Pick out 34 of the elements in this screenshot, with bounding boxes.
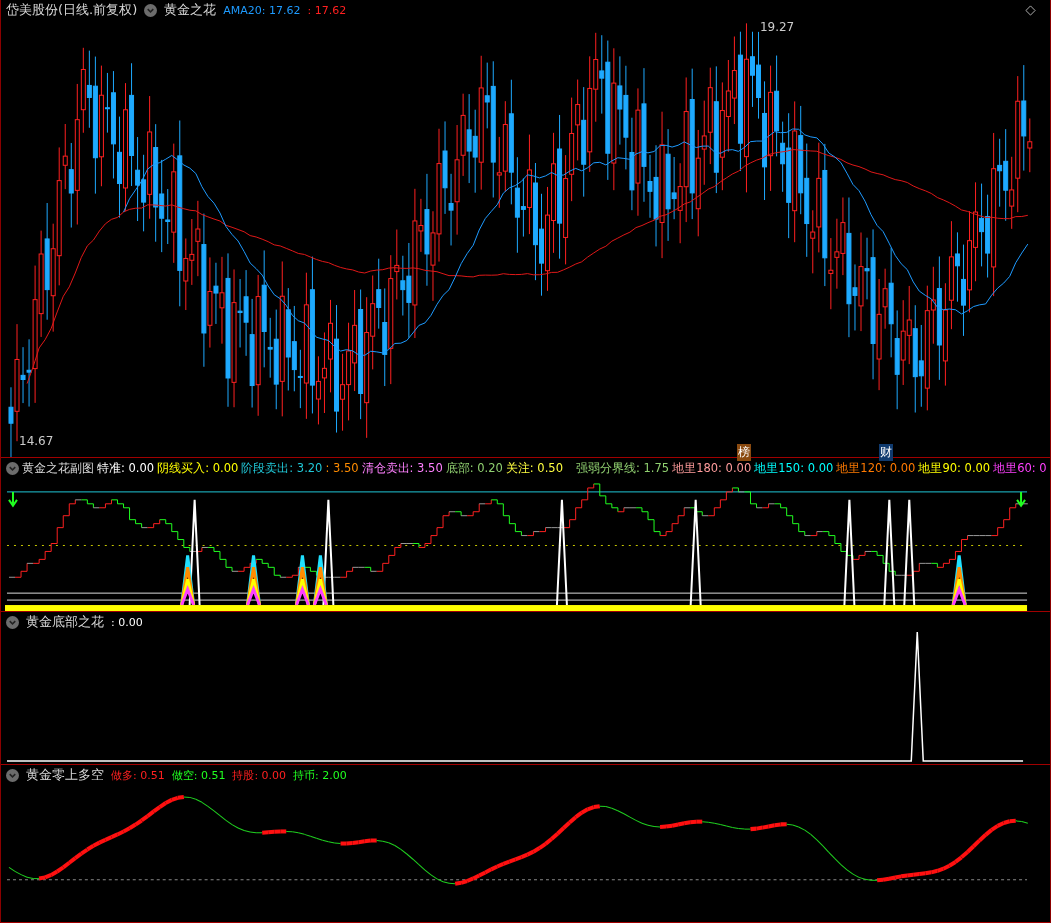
- collapse-icon[interactable]: [144, 3, 158, 17]
- indicator-value: 关注: 0.50: [505, 460, 563, 476]
- indicator-value: 阶段卖出: 3.20: [241, 460, 323, 476]
- indicator-value: 阴线买入: 0.00: [157, 460, 239, 476]
- indicator-value: 底部: 0.20: [445, 460, 503, 476]
- indicator-name: 黄金之花: [164, 1, 217, 19]
- indicator-value: 做多: 0.51: [111, 767, 165, 783]
- low-price-label: 14.67: [19, 434, 54, 448]
- collapse-icon[interactable]: [6, 461, 19, 475]
- indicator-value: : 0.00: [111, 615, 143, 629]
- indicator-value: 地里60: 0: [993, 460, 1047, 476]
- indicator-value: : 3.50: [325, 461, 359, 475]
- indicator-value: : 17.62: [307, 3, 347, 17]
- indicator-name: 黄金零上多空: [26, 766, 104, 784]
- diamond-icon[interactable]: [1025, 4, 1036, 16]
- indicator-value: 特准: 0.00: [97, 460, 155, 476]
- indicator-name: 黄金底部之花: [26, 613, 104, 631]
- collapse-icon[interactable]: [6, 615, 19, 629]
- collapse-icon[interactable]: [6, 768, 19, 782]
- indicator-value: AMA20: 17.62: [223, 3, 301, 17]
- indicator-value: 持币: 2.00: [293, 767, 347, 783]
- indicator-value: 强弱分界线: 1.75: [576, 460, 670, 476]
- indicator-value: 地里180: 0.00: [672, 460, 752, 476]
- stock-title: 岱美股份(日线.前复权): [6, 1, 138, 19]
- event-marker[interactable]: 榜: [737, 444, 751, 461]
- event-marker[interactable]: 财: [879, 444, 893, 461]
- indicator-value: 地里150: 0.00: [754, 460, 834, 476]
- indicator-value: 持股: 0.00: [232, 767, 287, 783]
- indicator-name: 黄金之花副图: [22, 459, 94, 477]
- indicator-value: 地里120: 0.00: [836, 460, 916, 476]
- high-price-label: 19.27: [758, 20, 795, 34]
- indicator-value: 地里90: 0.00: [918, 460, 991, 476]
- indicator-value: 清仓卖出: 3.50: [361, 460, 443, 476]
- indicator-value: 做空: 0.51: [171, 767, 226, 783]
